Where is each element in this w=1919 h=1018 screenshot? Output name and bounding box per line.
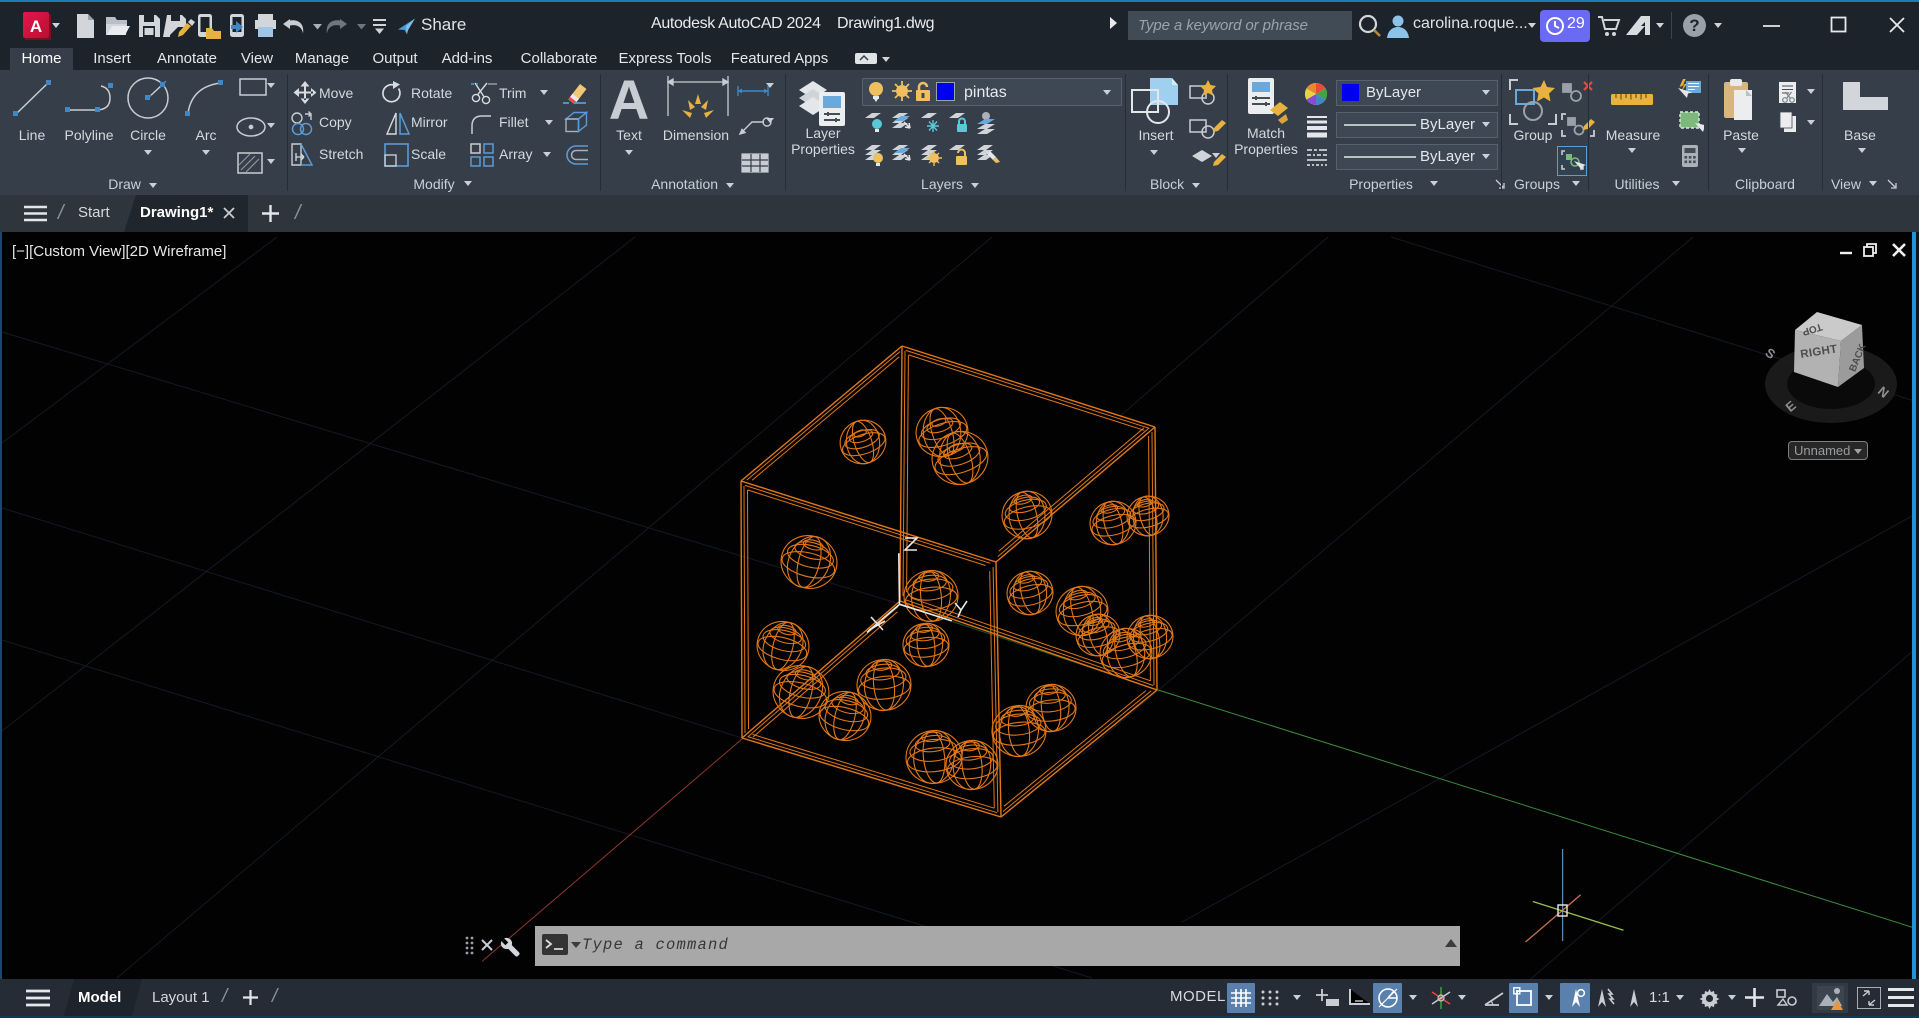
svg-text:S: S <box>1763 345 1779 362</box>
svg-text:A: A <box>30 17 42 36</box>
